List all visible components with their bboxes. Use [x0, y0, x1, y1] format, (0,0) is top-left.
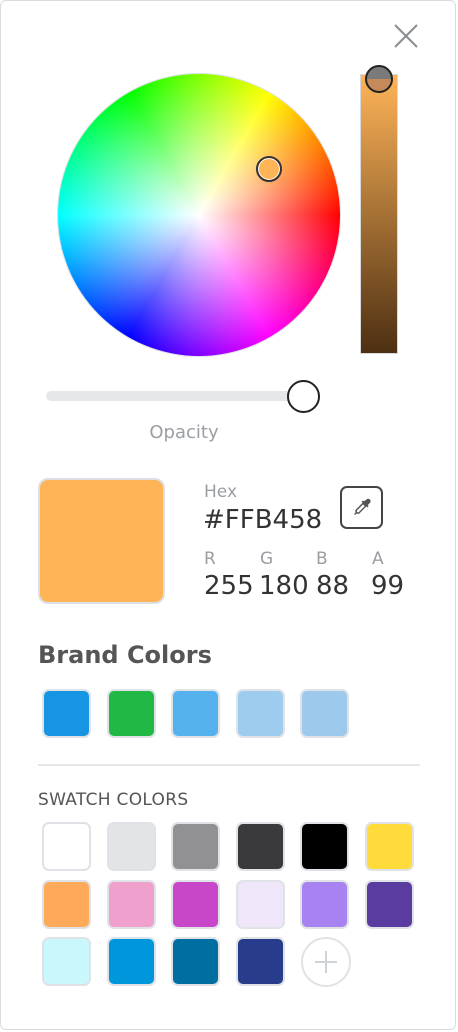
swatch-color[interactable]: [300, 879, 349, 929]
blue-label: B: [316, 549, 328, 569]
brightness-handle[interactable]: [365, 65, 393, 93]
swatch-color[interactable]: [171, 879, 220, 929]
alpha-label: A: [372, 549, 384, 569]
swatch-color[interactable]: [171, 822, 220, 871]
add-swatch-button[interactable]: [301, 937, 351, 987]
swatch-color[interactable]: [300, 822, 349, 871]
hue-saturation-wheel[interactable]: [58, 74, 340, 356]
brand-colors-title: Brand Colors: [38, 641, 212, 669]
swatch-color[interactable]: [235, 822, 285, 871]
swatch-color[interactable]: [42, 937, 91, 986]
alpha-value[interactable]: 99: [371, 571, 404, 601]
hue-saturation-handle[interactable]: [256, 156, 282, 182]
brand-swatch[interactable]: [300, 689, 349, 738]
swatch-color[interactable]: [235, 879, 285, 929]
brand-swatch[interactable]: [235, 689, 285, 738]
brand-swatch[interactable]: [106, 689, 156, 738]
opacity-label: Opacity: [149, 422, 219, 443]
eyedropper-icon: [353, 498, 371, 515]
brand-swatch[interactable]: [42, 689, 91, 738]
plus-icon: [315, 951, 337, 973]
green-label: G: [260, 549, 274, 569]
brightness-slider[interactable]: [360, 74, 398, 354]
eyedropper-button[interactable]: [340, 486, 383, 529]
red-label: R: [204, 549, 216, 569]
swatch-color[interactable]: [106, 822, 156, 871]
close-icon: [394, 24, 418, 48]
swatch-color[interactable]: [106, 879, 156, 929]
current-color-preview: [38, 478, 165, 604]
brand-swatch[interactable]: [171, 689, 220, 738]
swatch-color[interactable]: [364, 822, 414, 871]
swatch-color[interactable]: [42, 822, 91, 871]
swatch-colors-title: SWATCH COLORS: [38, 790, 189, 810]
swatch-color[interactable]: [364, 879, 414, 929]
divider: [38, 764, 420, 766]
swatch-color[interactable]: [106, 937, 156, 986]
swatch-color[interactable]: [42, 879, 91, 929]
green-value[interactable]: 180: [259, 571, 309, 601]
opacity-slider[interactable]: [46, 391, 304, 401]
opacity-handle[interactable]: [287, 380, 320, 413]
red-value[interactable]: 255: [204, 571, 254, 601]
swatch-color[interactable]: [171, 937, 220, 986]
close-button[interactable]: [390, 20, 422, 52]
hex-label: Hex: [204, 482, 238, 502]
blue-value[interactable]: 88: [316, 571, 349, 601]
swatch-color[interactable]: [235, 937, 285, 986]
hex-value[interactable]: #FFB458: [203, 505, 322, 535]
